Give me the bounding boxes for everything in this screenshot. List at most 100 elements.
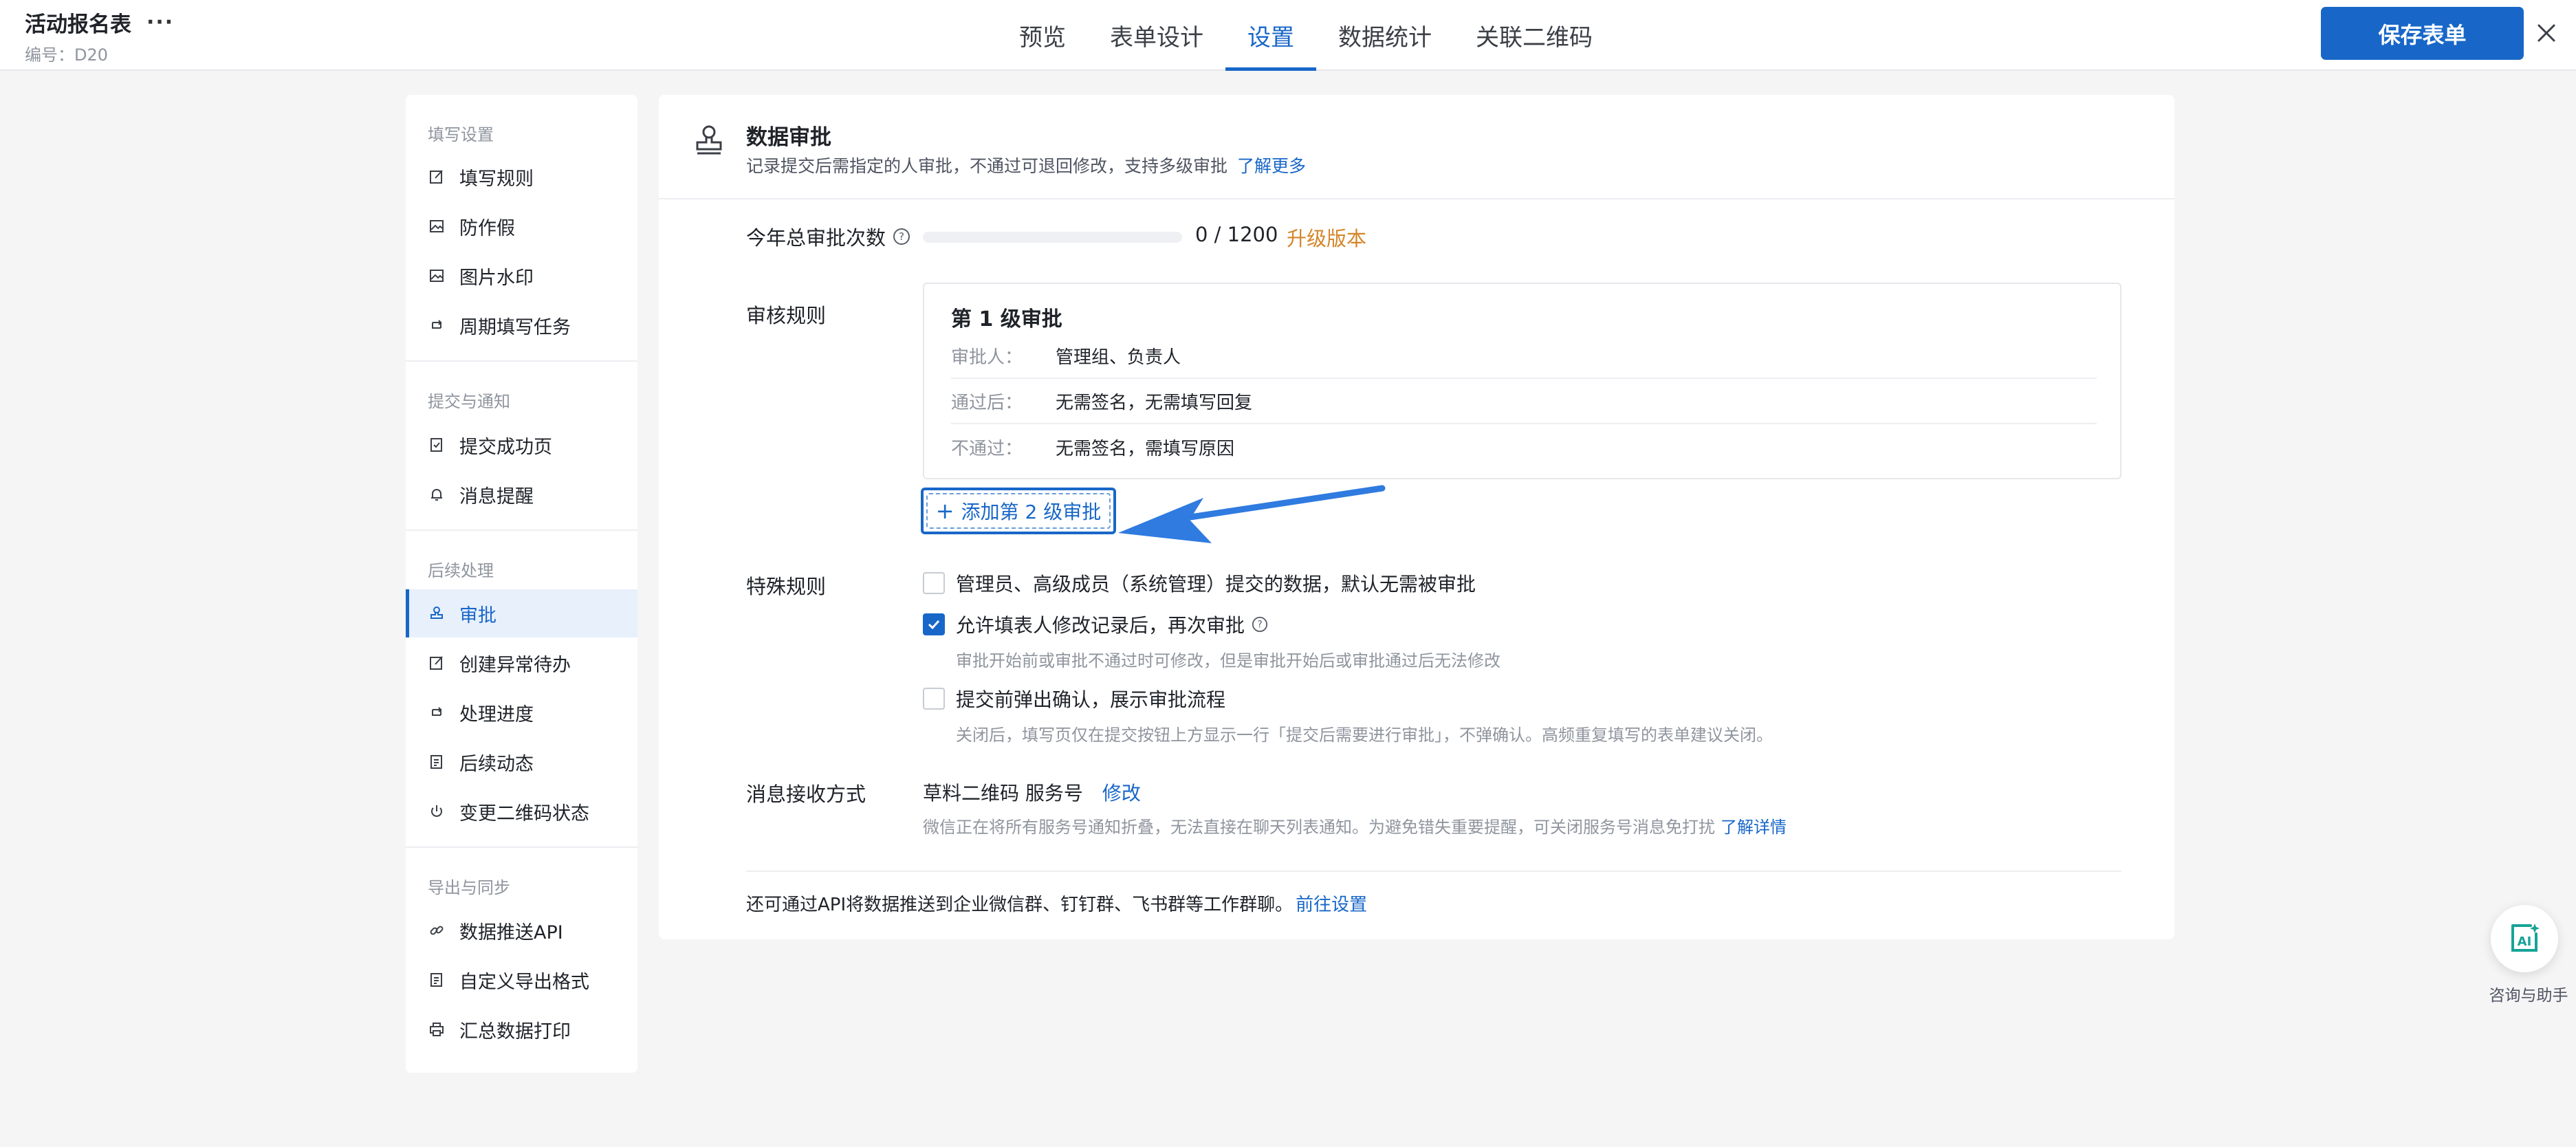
learn-details-link[interactable]: 了解详情 xyxy=(1721,818,1787,837)
sidebar-item-exception-todo[interactable]: 创建异常待办 xyxy=(406,639,637,687)
sidebar-group-title: 后续处理 xyxy=(428,561,494,580)
api-push-note: 还可通过API将数据推送到企业微信群、钉钉群、飞书群等工作群聊。 前往设置 xyxy=(746,891,1367,916)
section-divider xyxy=(659,198,2174,199)
ai-assistant-label: 咨询与助手 xyxy=(2489,987,2568,1005)
sidebar-item-periodic-task[interactable]: 周期填写任务 xyxy=(406,301,637,349)
svg-text:?: ? xyxy=(1257,620,1262,631)
stamp-icon xyxy=(428,604,446,622)
message-method-value: 草料二维码 服务号 修改 xyxy=(923,778,1141,806)
special-option-admin-exempt[interactable]: 管理员、高级成员（系统管理）提交的数据，默认无需被审批 xyxy=(923,569,1476,597)
help-icon[interactable]: ? xyxy=(1252,616,1268,633)
message-method-hint: 微信正在将所有服务号通知折叠，无法直接在聊天列表通知。为避免错失重要提醒，可关闭… xyxy=(923,813,1787,838)
sidebar-group-title: 导出与同步 xyxy=(428,878,510,897)
learn-more-link[interactable]: 了解更多 xyxy=(1237,156,1306,176)
sidebar-item-label: 变更二维码状态 xyxy=(459,802,589,824)
approver-row: 审批人： 管理组、负责人 xyxy=(951,334,2097,379)
modify-link[interactable]: 修改 xyxy=(1102,782,1141,805)
tab-linked-qrcode[interactable]: 关联二维码 xyxy=(1454,0,1615,71)
quota-label-text: 今年总审批次数 xyxy=(746,226,886,250)
plus-icon: + xyxy=(935,498,954,524)
stamp-icon xyxy=(693,122,725,157)
sidebar-item-fill-rules[interactable]: 填写规则 xyxy=(406,153,637,201)
top-bar: 活动报名表 ··· 编号：D20 预览 表单设计 设置 数据统计 关联二维码 保… xyxy=(0,0,2576,71)
sidebar-item-label: 消息提醒 xyxy=(459,485,534,507)
checkbox[interactable] xyxy=(923,572,945,594)
close-icon[interactable] xyxy=(2524,12,2569,54)
sidebar-item-label: 数据推送API xyxy=(459,921,563,943)
quota-count: 0 / 1200 xyxy=(1195,223,1278,246)
message-method-label: 消息接收方式 xyxy=(746,783,866,806)
section-description: 记录提交后需指定的人审批，不通过可退回修改，支持多级审批 了解更多 xyxy=(746,153,1306,177)
sidebar-item-label: 处理进度 xyxy=(459,703,534,725)
reject-row: 不通过： 无需签名，需填写原因 xyxy=(951,424,2097,470)
after-pass-key: 通过后： xyxy=(951,392,1023,413)
after-pass-value: 无需签名，无需填写回复 xyxy=(1056,392,1253,413)
bell-icon xyxy=(428,485,446,503)
approver-value: 管理组、负责人 xyxy=(1056,347,1181,368)
sidebar-item-follow-up[interactable]: 后续动态 xyxy=(406,738,637,786)
api-push-text: 还可通过API将数据推送到企业微信群、钉钉群、飞书群等工作群聊。 xyxy=(746,895,1294,915)
checkbox-checked[interactable] xyxy=(923,613,945,635)
add-approval-level-label: 添加第 2 级审批 xyxy=(961,501,1102,523)
approver-key: 审批人： xyxy=(951,347,1023,368)
approval-settings-panel: 数据审批 记录提交后需指定的人审批，不通过可退回修改，支持多级审批 了解更多 今年… xyxy=(659,95,2174,939)
sidebar-item-label: 后续动态 xyxy=(459,753,534,775)
help-icon[interactable]: ? xyxy=(893,228,910,245)
special-rules-label: 特殊规则 xyxy=(746,575,827,598)
sidebar-item-label: 填写规则 xyxy=(459,168,534,190)
option-label: 提交前弹出确认，展示审批流程 xyxy=(956,688,1226,711)
go-settings-link[interactable]: 前往设置 xyxy=(1296,895,1367,915)
link-icon xyxy=(428,921,446,939)
tab-form-design[interactable]: 表单设计 xyxy=(1088,0,1225,71)
approval-level-card[interactable]: 第 1 级审批 审批人： 管理组、负责人 通过后： 无需签名，无需填写回复 不通… xyxy=(923,283,2121,479)
add-approval-level-button[interactable]: + 添加第 2 级审批 xyxy=(921,488,1116,534)
sidebar-item-anti-fake[interactable]: 防作假 xyxy=(406,202,637,250)
ai-icon: AI xyxy=(2511,924,2540,952)
sidebar-item-message-reminder[interactable]: 消息提醒 xyxy=(406,470,637,518)
quota-label: 今年总审批次数 ? xyxy=(746,222,910,251)
sidebar-item-summary-print[interactable]: 汇总数据打印 xyxy=(406,1005,637,1053)
sidebar-item-qrcode-status[interactable]: 变更二维码状态 xyxy=(406,787,637,835)
sidebar-item-label: 创建异常待办 xyxy=(459,654,571,676)
sidebar-group-title: 提交与通知 xyxy=(428,392,510,411)
cycle-icon xyxy=(428,316,446,334)
sidebar-divider xyxy=(406,846,637,848)
sidebar-item-success-page[interactable]: 提交成功页 xyxy=(406,421,637,469)
save-form-button[interactable]: 保存表单 xyxy=(2321,7,2524,60)
tab-statistics[interactable]: 数据统计 xyxy=(1316,0,1454,71)
tab-settings[interactable]: 设置 xyxy=(1225,0,1316,71)
sidebar-item-approval[interactable]: 审批 xyxy=(406,589,637,637)
ai-assistant-button[interactable]: AI xyxy=(2491,905,2558,972)
after-pass-row: 通过后： 无需签名，无需填写回复 xyxy=(951,379,2097,424)
sidebar-group-title: 填写设置 xyxy=(428,125,494,144)
message-hint-text: 微信正在将所有服务号通知折叠，无法直接在聊天列表通知。为避免错失重要提醒，可关闭… xyxy=(923,818,1715,837)
sidebar-item-label: 审批 xyxy=(459,604,496,626)
cycle-icon xyxy=(428,703,446,721)
more-icon[interactable]: ··· xyxy=(146,10,174,34)
upgrade-version-link[interactable]: 升级版本 xyxy=(1287,223,1366,252)
tab-preview[interactable]: 预览 xyxy=(997,0,1088,71)
annotation-arrow xyxy=(1118,485,1386,543)
message-method-text: 草料二维码 服务号 xyxy=(923,782,1083,805)
svg-text:?: ? xyxy=(899,230,904,243)
form-title: 活动报名表 ··· xyxy=(25,7,174,38)
sidebar-item-label: 提交成功页 xyxy=(459,436,552,458)
sidebar-item-label: 汇总数据打印 xyxy=(459,1020,571,1042)
image-icon xyxy=(428,267,446,285)
option-hint: 关闭后，填写页仅在提交按钮上方显示一行「提交后需要进行审批」，不弹确认。高频重复… xyxy=(956,725,1773,745)
edit-icon xyxy=(428,168,446,186)
footer-divider xyxy=(746,871,2121,872)
reject-value: 无需签名，需填写原因 xyxy=(1056,438,1235,459)
sidebar-item-progress[interactable]: 处理进度 xyxy=(406,688,637,736)
doc-icon xyxy=(428,753,446,771)
sidebar-item-image-watermark[interactable]: 图片水印 xyxy=(406,252,637,300)
special-option-confirm-popup[interactable]: 提交前弹出确认，展示审批流程 xyxy=(923,685,1225,712)
special-option-allow-modify[interactable]: 允许填表人修改记录后，再次审批 ? xyxy=(923,611,1268,638)
checkbox[interactable] xyxy=(923,688,945,710)
sidebar-divider xyxy=(406,529,637,531)
sidebar-item-push-api[interactable]: 数据推送API xyxy=(406,906,637,954)
sidebar-item-export-format[interactable]: 自定义导出格式 xyxy=(406,956,637,1004)
form-title-text[interactable]: 活动报名表 xyxy=(25,7,131,38)
sidebar-item-label: 自定义导出格式 xyxy=(459,971,589,993)
settings-sidebar: 填写设置 填写规则 防作假 图片水印 周期填写任务 提交与通知 提交成功页 消息… xyxy=(406,95,637,1073)
